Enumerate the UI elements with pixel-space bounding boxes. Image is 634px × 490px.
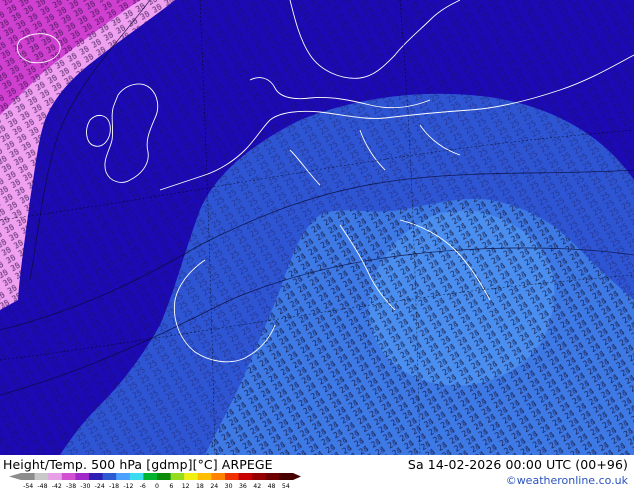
colorbar-swatch bbox=[184, 473, 199, 480]
colorbar-swatch bbox=[102, 473, 117, 480]
colorbar-tick-label: 54 bbox=[282, 483, 290, 489]
colorbar-tick-label: 30 bbox=[225, 483, 233, 489]
colorbar-swatch bbox=[211, 473, 226, 480]
colorbar-tick-label: 0 bbox=[155, 483, 159, 489]
colorbar-tick-label: 18 bbox=[196, 483, 204, 489]
colorbar-tick-label: 42 bbox=[253, 483, 261, 489]
colorbar-swatch bbox=[143, 473, 158, 480]
colorbar-swatch bbox=[252, 473, 267, 480]
colorbar-arrow-left bbox=[9, 473, 21, 480]
colorbar-swatch bbox=[75, 473, 90, 480]
colorbar-tick-label: -24 bbox=[95, 483, 105, 489]
colorbar-tick-label: 6 bbox=[169, 483, 173, 489]
colorbar-swatch bbox=[21, 473, 35, 480]
colorbar-tick-label: 24 bbox=[210, 483, 218, 489]
colorbar-swatch bbox=[116, 473, 131, 480]
colorbar-swatch bbox=[225, 473, 239, 480]
colorbar-tick-label: -6 bbox=[140, 483, 146, 489]
colorbar-swatch bbox=[34, 473, 49, 480]
colorbar-tick-label: 12 bbox=[182, 483, 190, 489]
colorbar-swatch bbox=[265, 473, 280, 480]
colorbar-tick-label: -18 bbox=[109, 483, 119, 489]
colorbar-tick-label: -54 bbox=[23, 483, 33, 489]
colorbar-swatch bbox=[48, 473, 63, 480]
map-canvas: 24 25 30 bbox=[0, 0, 634, 455]
weather-map-view: 24 25 30 bbox=[0, 0, 634, 490]
colorbar-swatch bbox=[238, 473, 253, 480]
colorbar-swatch bbox=[197, 473, 212, 480]
colorbar-swatch bbox=[170, 473, 185, 480]
colorbar-tick-label: -30 bbox=[80, 483, 90, 489]
colorbar-tick-label: 36 bbox=[239, 483, 247, 489]
colorbar-tick-label: -48 bbox=[37, 483, 47, 489]
colorbar-swatch bbox=[129, 473, 144, 480]
colorbar-tick-label: 48 bbox=[268, 483, 276, 489]
colorbar-swatch bbox=[157, 473, 171, 480]
valid-time: Sa 14-02-2026 00:00 UTC (00+96) bbox=[407, 457, 628, 472]
credit-link[interactable]: ©weatheronline.co.uk bbox=[506, 474, 628, 487]
colorbar-tick-label: -12 bbox=[123, 483, 133, 489]
map-footer: Height/Temp. 500 hPa [gdmp][°C] ARPEGE S… bbox=[0, 455, 634, 490]
colorbar-swatch bbox=[89, 473, 103, 480]
colorbar-tick-label: -38 bbox=[66, 483, 76, 489]
colorbar-arrow-right bbox=[293, 473, 301, 480]
map-title: Height/Temp. 500 hPa [gdmp][°C] ARPEGE bbox=[3, 457, 273, 472]
temperature-colorbar: -54 -48 -42 -38 -30 -24 -18 -12 -6 0 6 12 18 24 30 36 42… bbox=[9, 473, 301, 489]
colorbar-swatch bbox=[61, 473, 76, 480]
colorbar-tick-label: -42 bbox=[52, 483, 62, 489]
colorbar-swatch bbox=[279, 473, 294, 480]
